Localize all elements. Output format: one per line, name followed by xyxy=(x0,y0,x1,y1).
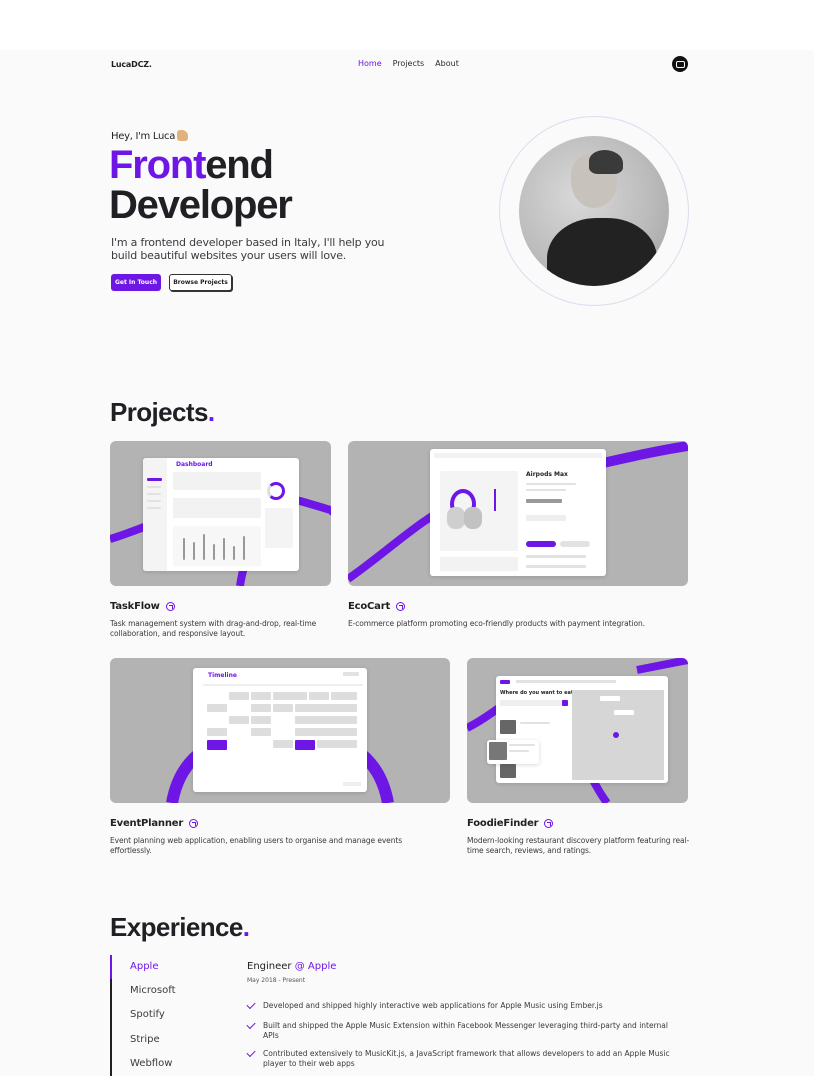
job-title: Engineer @ Apple xyxy=(247,961,336,972)
external-link-icon[interactable] xyxy=(544,819,554,828)
job-role: Engineer xyxy=(247,961,292,972)
exp-tab-microsoft[interactable]: Microsoft xyxy=(130,985,176,996)
bullet-text: Built and shipped the Apple Music Extens… xyxy=(263,1021,668,1040)
job-bullet: Developed and shipped highly interactive… xyxy=(246,999,677,1011)
exp-tab-webflow[interactable]: Webflow xyxy=(130,1058,172,1069)
project-card-ecocart[interactable]: Airpods Max xyxy=(348,441,688,586)
greeting-text: Hey, I'm Luca xyxy=(111,131,176,142)
foodiefinder-mock: Where do you want to eat? xyxy=(496,676,668,783)
projects-heading-text: Projects xyxy=(110,397,208,427)
experience-heading-text: Experience xyxy=(110,912,243,942)
hero-intro: I'm a frontend developer based in Italy,… xyxy=(111,236,385,262)
project-name: EcoCart xyxy=(348,601,391,612)
job-dates: May 2018 - Present xyxy=(247,977,306,984)
check-icon xyxy=(246,1019,256,1030)
project-card-taskflow[interactable]: Dashboard xyxy=(110,441,331,586)
experience-heading: Experience. xyxy=(110,912,250,942)
experience-rail-indicator xyxy=(110,955,112,979)
bullet-text: Contributed extensively to MusicKit.js, … xyxy=(263,1049,670,1068)
external-link-icon[interactable] xyxy=(165,602,175,611)
project-desc-taskflow: Task management system with drag-and-dro… xyxy=(110,619,317,638)
project-name: TaskFlow xyxy=(110,601,160,612)
project-desc-foodiefinder: Modern-looking restaurant discovery plat… xyxy=(467,836,690,855)
external-link-icon[interactable] xyxy=(189,819,199,828)
project-name: EventPlanner xyxy=(110,818,184,829)
portfolio-page: LucaDCZ. Home Projects About Hey, I'm Lu… xyxy=(0,50,814,1076)
mock-title: Timeline xyxy=(208,672,237,679)
main-nav: Home Projects About xyxy=(358,59,459,68)
project-card-eventplanner[interactable]: Timeline xyxy=(110,658,450,803)
browse-projects-button[interactable]: Browse Projects xyxy=(169,274,232,291)
wave-hand-icon xyxy=(177,130,189,141)
nav-about[interactable]: About xyxy=(435,59,459,68)
project-title-taskflow[interactable]: TaskFlow xyxy=(110,601,175,612)
hero-title-line2: Developer xyxy=(109,183,293,227)
exp-tab-apple[interactable]: Apple xyxy=(130,961,158,972)
hero-title: Frontend Developer xyxy=(109,143,293,227)
mock-title: Airpods Max xyxy=(526,471,568,478)
portrait-frame xyxy=(499,116,689,306)
project-desc-ecocart: E-commerce platform promoting eco-friend… xyxy=(348,619,645,628)
bullet-text: Developed and shipped highly interactive… xyxy=(263,1001,603,1010)
project-name: FoodieFinder xyxy=(467,818,539,829)
hero-title-rest: end xyxy=(205,143,274,187)
project-card-foodiefinder[interactable]: Where do you want to eat? xyxy=(467,658,688,803)
portrait-photo xyxy=(519,136,669,286)
external-link-icon[interactable] xyxy=(396,602,406,611)
job-company[interactable]: @ Apple xyxy=(295,961,337,972)
projects-heading: Projects. xyxy=(110,397,215,427)
exp-tab-stripe[interactable]: Stripe xyxy=(130,1034,160,1045)
chat-icon[interactable] xyxy=(672,56,688,72)
project-title-eventplanner[interactable]: EventPlanner xyxy=(110,818,199,829)
ecocart-mock: Airpods Max xyxy=(430,449,606,576)
nav-home[interactable]: Home xyxy=(358,59,382,68)
project-title-ecocart[interactable]: EcoCart xyxy=(348,601,406,612)
hero-greeting: Hey, I'm Luca xyxy=(111,130,189,142)
mock-title: Where do you want to eat? xyxy=(500,690,577,696)
foodiefinder-popup xyxy=(487,740,539,764)
nav-projects[interactable]: Projects xyxy=(393,59,425,68)
site-logo[interactable]: LucaDCZ. xyxy=(111,60,152,69)
taskflow-mock: Dashboard xyxy=(143,458,299,571)
hero-title-accent: Front xyxy=(109,143,206,187)
job-bullet: Contributed extensively to MusicKit.js, … xyxy=(246,1047,677,1069)
exp-tab-spotify[interactable]: Spotify xyxy=(130,1009,165,1020)
eventplanner-mock: Timeline xyxy=(193,668,367,792)
project-title-foodiefinder[interactable]: FoodieFinder xyxy=(467,818,554,829)
check-icon xyxy=(246,999,256,1010)
mock-title: Dashboard xyxy=(176,461,213,468)
check-icon xyxy=(246,1047,256,1058)
job-bullet: Built and shipped the Apple Music Extens… xyxy=(246,1019,677,1041)
project-desc-eventplanner: Event planning web application, enabling… xyxy=(110,836,402,855)
get-in-touch-button[interactable]: Get In Touch xyxy=(111,274,161,291)
